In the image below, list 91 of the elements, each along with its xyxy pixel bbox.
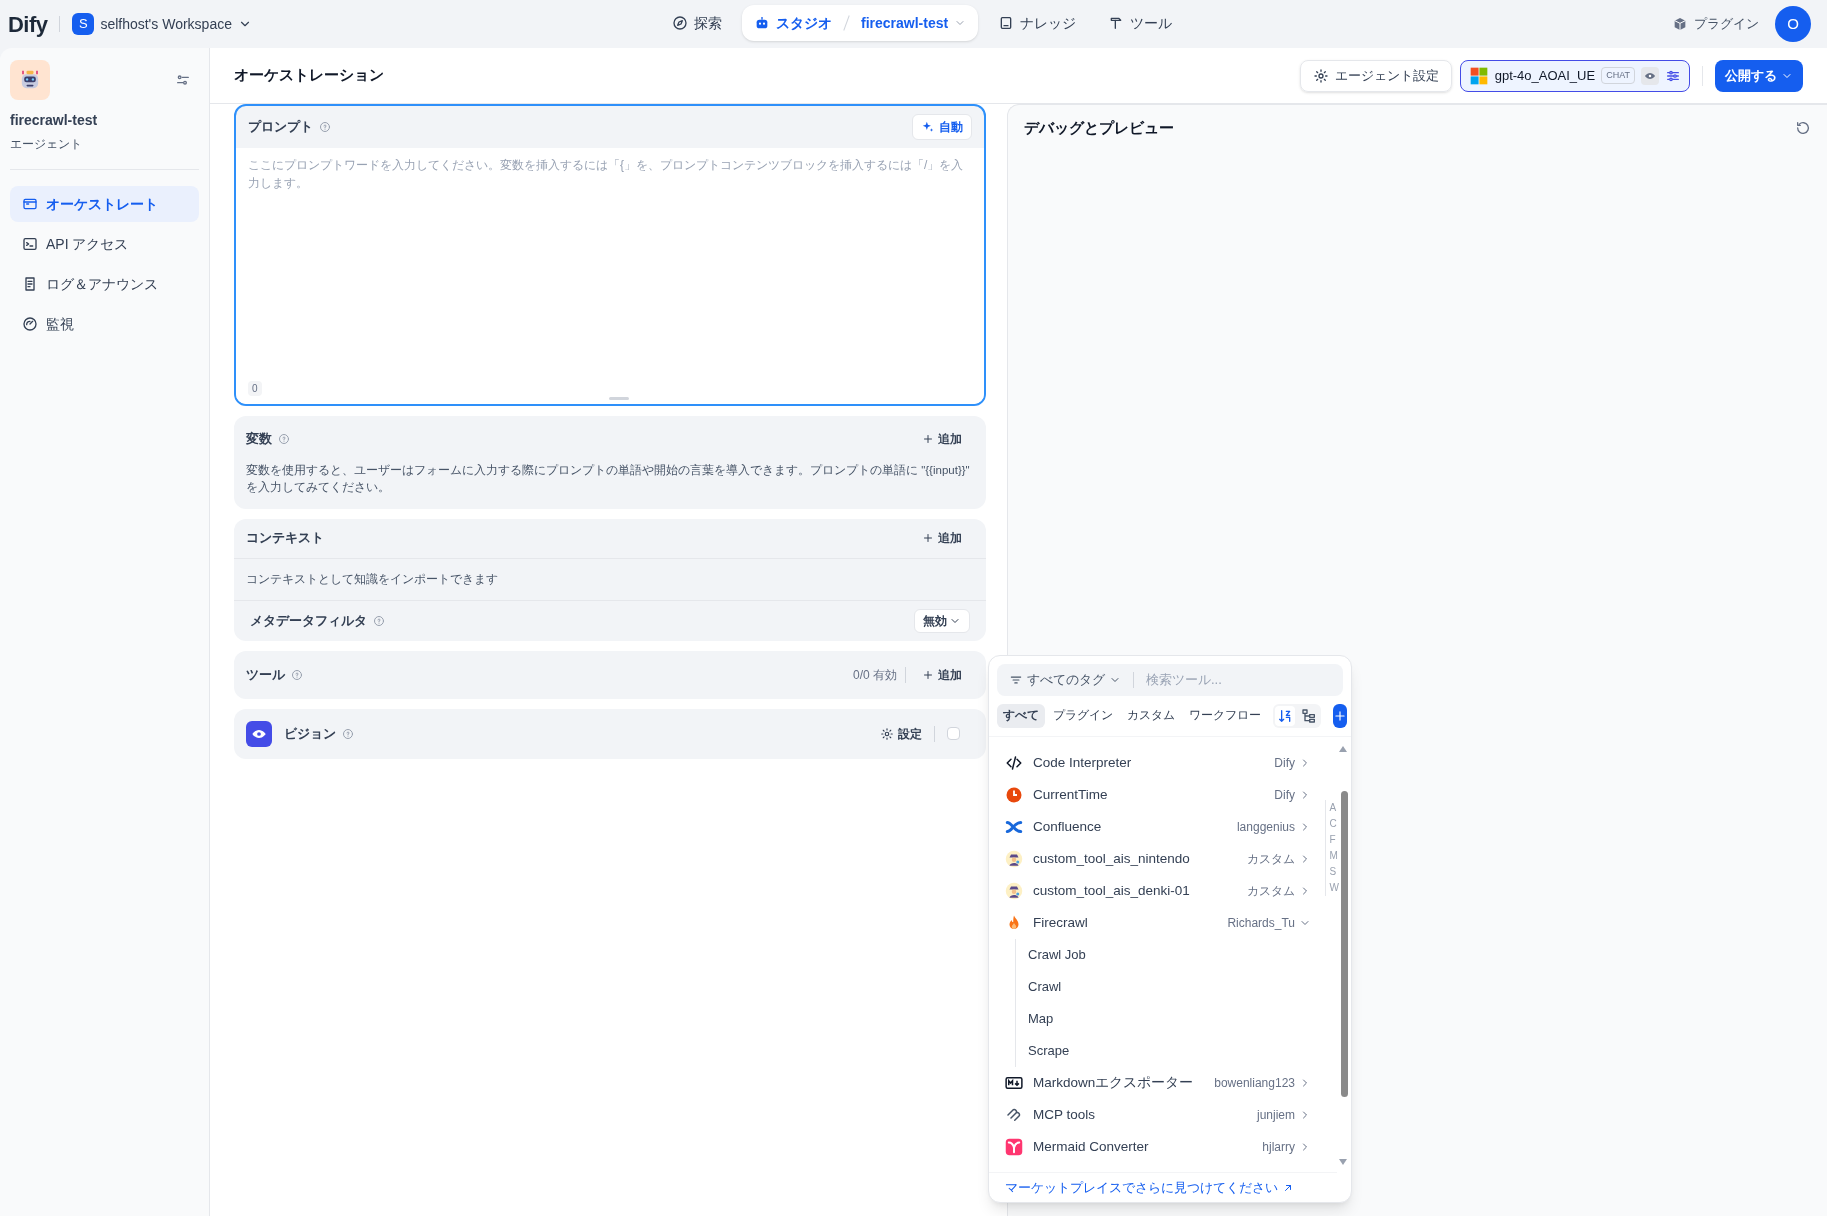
- filter-icon: [1009, 673, 1023, 687]
- robot-icon: [754, 15, 770, 31]
- sidebar-item[interactable]: API アクセス: [10, 226, 199, 262]
- search-field[interactable]: すべてのタグ 検索ツール...: [997, 664, 1343, 696]
- workspace-badge: S: [72, 13, 95, 35]
- add-button[interactable]: 追加: [914, 526, 970, 550]
- sidebar-item[interactable]: 監視: [10, 306, 199, 342]
- crossed-wave-icon: [1005, 818, 1023, 836]
- app-name: firecrawl-test: [10, 111, 99, 130]
- tool-item[interactable]: Confluence langgenius: [1001, 811, 1315, 843]
- terminal-icon: [22, 236, 38, 252]
- help-icon: [319, 121, 331, 133]
- tool-action-item[interactable]: Map: [1028, 1003, 1315, 1035]
- app-type: エージェント: [10, 136, 83, 153]
- settings-button[interactable]: 設定: [880, 724, 922, 743]
- help-icon: [342, 727, 354, 740]
- nav-tab[interactable]: 探索: [660, 5, 734, 41]
- filter-tab[interactable]: プラグイン: [1047, 704, 1119, 728]
- resize-handle[interactable]: [609, 397, 629, 400]
- cube-icon: [1672, 16, 1688, 32]
- gauge-icon: [22, 316, 38, 332]
- document-icon: [22, 276, 38, 292]
- sidebar-item[interactable]: ログ＆アナウンス: [10, 266, 199, 302]
- tool-item[interactable]: Firecrawl Richards_Tu: [1001, 907, 1315, 939]
- code-icon: [1005, 754, 1023, 772]
- page-title: オーケストレーション: [234, 65, 384, 86]
- window-icon: [22, 196, 38, 212]
- context-description: コンテキストとして知識をインポートできます: [234, 558, 986, 601]
- tool-action-item[interactable]: Crawl Job: [1028, 939, 1315, 971]
- tool-item[interactable]: custom_tool_ais_nintendo カスタム: [1001, 843, 1315, 875]
- checkbox[interactable]: [947, 727, 960, 741]
- plus-icon: [922, 668, 934, 681]
- eye-icon: [246, 720, 272, 747]
- nav-tab[interactable]: スタジオ firecrawl-test: [742, 5, 979, 41]
- publish-button[interactable]: 公開する: [1715, 59, 1803, 92]
- tool-item[interactable]: MCP tools junjiem: [1001, 1099, 1315, 1131]
- compass-icon: [672, 15, 688, 31]
- nav-tab[interactable]: ツール: [1096, 5, 1185, 41]
- tool-item[interactable]: Mermaid Converter hjlarry: [1001, 1131, 1315, 1163]
- metadata-filter-select[interactable]: 無効: [914, 608, 970, 633]
- marketplace-link[interactable]: マーケットプレイスでさらに見つけてください: [1005, 1177, 1294, 1198]
- help-icon: [373, 614, 385, 627]
- plugins-button[interactable]: プラグイン: [1672, 14, 1759, 34]
- tag-filter[interactable]: すべてのタグ: [1009, 670, 1121, 690]
- add-button[interactable]: [1333, 704, 1347, 728]
- metadata-filter-label: メタデータフィルタ: [250, 612, 367, 630]
- filter-tab[interactable]: カスタム: [1121, 704, 1181, 728]
- tool-item[interactable]: Markdownエクスポーター bowenliang123: [1001, 1067, 1315, 1099]
- tool-item[interactable]: Code Interpreter Dify: [1001, 747, 1315, 779]
- mermaid-logo-icon: [1005, 1138, 1023, 1156]
- plus-icon: [1333, 709, 1347, 723]
- plus-icon: [922, 433, 934, 445]
- agent-settings-button[interactable]: エージェント設定: [1299, 59, 1452, 92]
- markdown-icon: [1005, 1074, 1023, 1092]
- avatar[interactable]: O: [1775, 6, 1811, 42]
- section-title: 変数: [246, 430, 272, 449]
- add-button[interactable]: 追加: [914, 427, 970, 451]
- tool-action-item[interactable]: Scrape: [1028, 1035, 1315, 1067]
- help-icon: [291, 668, 303, 681]
- plus-icon: [922, 532, 934, 544]
- sidebar-item[interactable]: オーケストレート: [10, 186, 199, 222]
- enabled-count: 0/0 有効: [853, 666, 897, 684]
- logo[interactable]: Dify: [8, 7, 48, 41]
- section-title: コンテキスト: [246, 529, 324, 548]
- section-title: ツール: [246, 666, 285, 684]
- clock-icon: [1005, 786, 1023, 804]
- help-icon: [278, 433, 290, 445]
- detective-icon: [1005, 850, 1023, 868]
- refresh-icon[interactable]: [1795, 120, 1811, 137]
- section-title: ビジョン: [284, 725, 336, 743]
- nav-tab[interactable]: ナレッジ: [986, 5, 1089, 41]
- tool-action-item[interactable]: Crawl: [1028, 971, 1315, 1003]
- sparkle-icon: [921, 120, 935, 134]
- panel-title: デバッグとプレビュー: [1024, 118, 1174, 138]
- chat-badge: CHAT: [1601, 66, 1635, 85]
- filter-tab[interactable]: すべて: [997, 704, 1045, 728]
- eye-icon: [1641, 66, 1659, 85]
- windows-logo-icon: [1468, 65, 1489, 86]
- tool-item[interactable]: CurrentTime Dify: [1001, 779, 1315, 811]
- workspace-switcher[interactable]: S selfhost's Workspace: [72, 13, 252, 35]
- add-button[interactable]: 追加: [914, 662, 970, 687]
- scrollbar-thumb[interactable]: [1341, 791, 1348, 1097]
- tool-item[interactable]: custom_tool_ais_denki-01 カスタム: [1001, 875, 1315, 907]
- variables-description: 変数を使用すると、ユーザーはフォームに入力する際にプロンプトの単語や開始の言葉を導入できます。プロンプトの単語に "{{input}}" を入力してみてください。: [246, 463, 971, 496]
- model-selector[interactable]: gpt-4o_AOAI_UE CHAT: [1459, 59, 1690, 92]
- prompt-title: プロンプト: [248, 118, 313, 137]
- sort-icon[interactable]: [1275, 706, 1295, 726]
- character-count: 0: [248, 381, 262, 396]
- detective-icon: [1005, 882, 1023, 900]
- auto-button[interactable]: 自動: [912, 114, 972, 140]
- filter-tab[interactable]: ワークフロー: [1183, 704, 1267, 728]
